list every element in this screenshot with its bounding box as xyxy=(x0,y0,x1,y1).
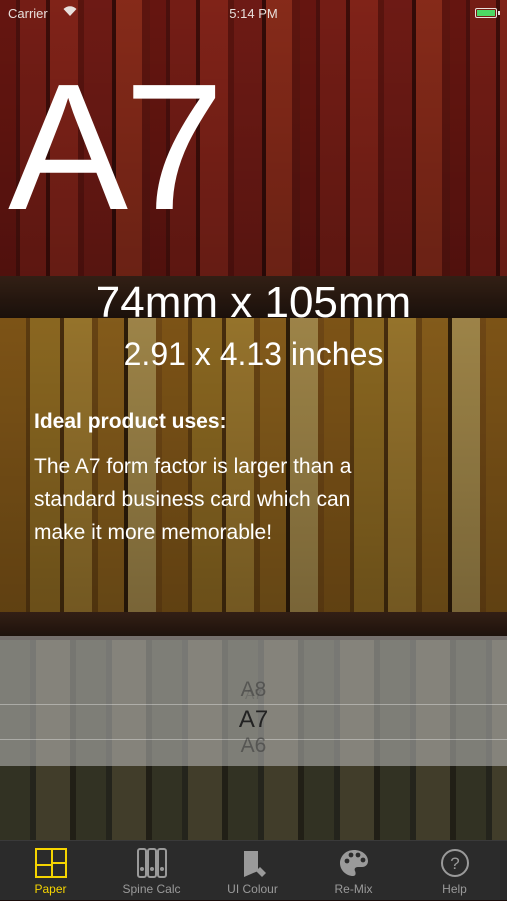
question-circle-icon: ? xyxy=(438,847,472,879)
tab-label: Paper xyxy=(34,882,67,896)
paper-size-name: A7 xyxy=(8,47,224,248)
tab-label: Help xyxy=(442,882,467,896)
tab-label: UI Colour xyxy=(227,882,278,896)
picker-option[interactable]: A8 xyxy=(0,678,507,702)
picker-option-selected[interactable]: A7 xyxy=(0,706,507,734)
palette-icon xyxy=(337,847,371,879)
spine-binders-icon xyxy=(135,847,169,879)
uses-description: The A7 form factor is larger than a stan… xyxy=(34,455,352,544)
battery-icon xyxy=(475,8,500,18)
tab-spine-calc[interactable]: Spine Calc xyxy=(101,841,202,901)
tab-label: Re-Mix xyxy=(334,882,373,896)
uses-heading: Ideal product uses: xyxy=(34,410,227,433)
tab-help[interactable]: ? Help xyxy=(404,841,505,901)
svg-text:?: ? xyxy=(450,854,459,873)
paper-layout-icon xyxy=(34,847,68,879)
tab-label: Spine Calc xyxy=(122,882,181,896)
paper-size-inches: 2.91 x 4.13 inches xyxy=(123,336,384,372)
picker-option[interactable]: A6 xyxy=(0,734,507,758)
paint-bucket-icon xyxy=(236,847,270,879)
status-bar: Carrier 5:14 PM xyxy=(0,0,507,28)
tab-ui-colour[interactable]: UI Colour xyxy=(202,841,303,901)
paper-size-picker[interactable]: A7 A8 A7 A6 xyxy=(0,636,507,766)
status-time: 5:14 PM xyxy=(229,6,278,21)
tab-bar: Paper Spine Calc UI Colour Re-Mix ? Help xyxy=(0,840,507,900)
paper-size-mm: 74mm x 105mm xyxy=(95,278,412,327)
tab-re-mix[interactable]: Re-Mix xyxy=(303,841,404,901)
tab-paper[interactable]: Paper xyxy=(0,841,101,901)
